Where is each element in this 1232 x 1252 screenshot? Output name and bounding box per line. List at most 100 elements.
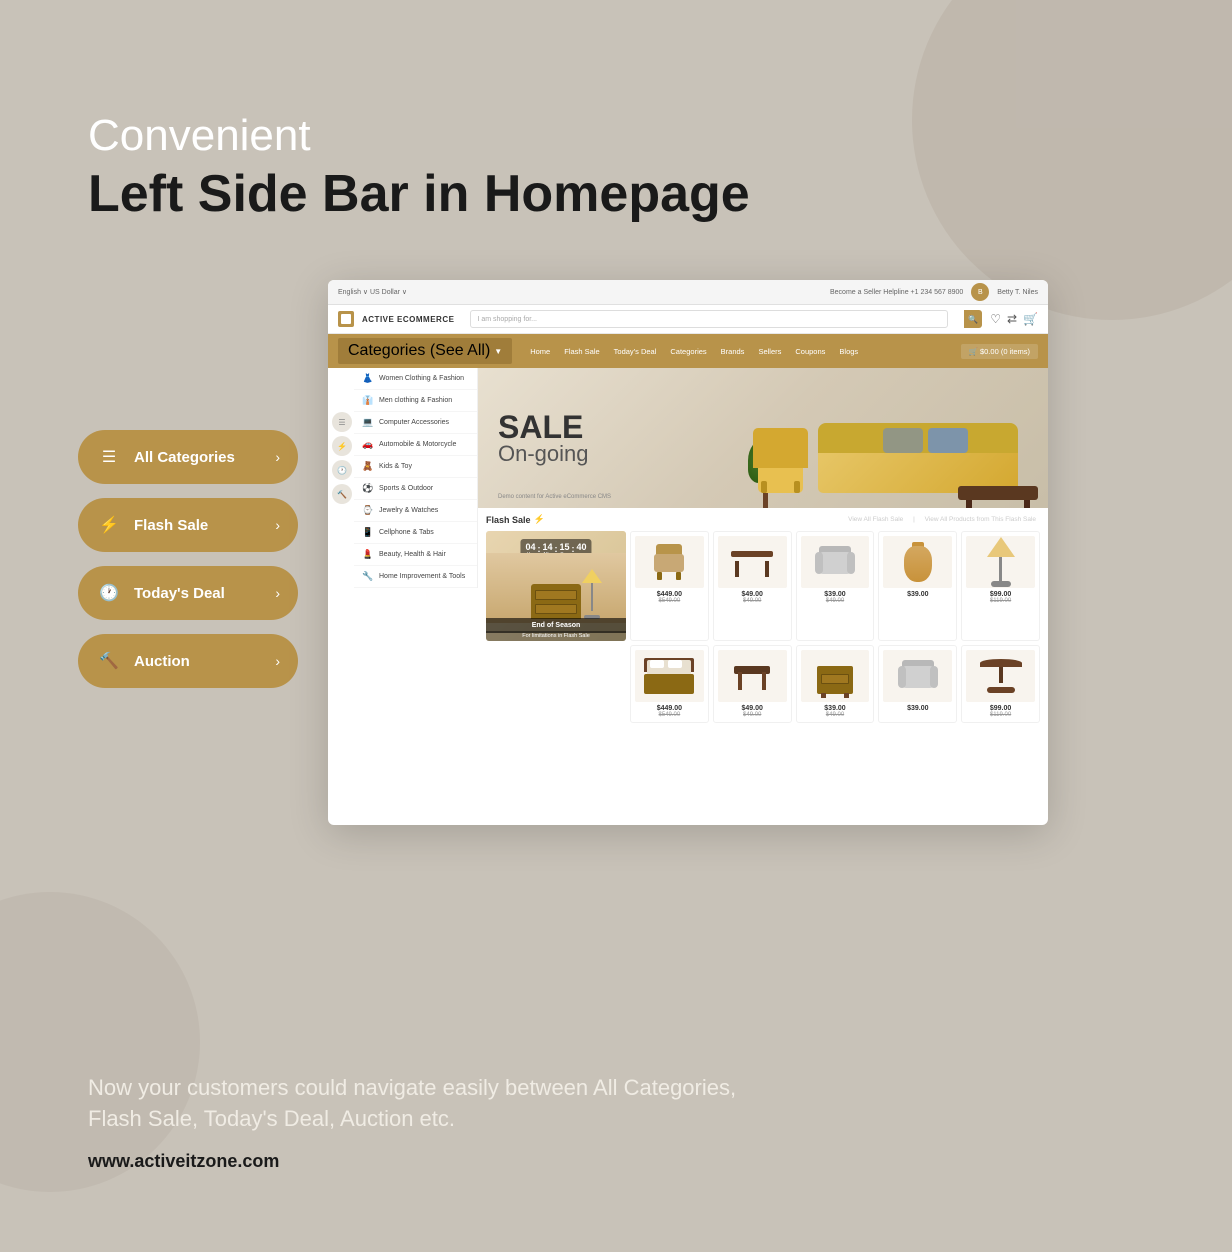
- view-all-products[interactable]: View All Products from This Flash Sale: [925, 516, 1036, 523]
- sidebar-circle-deal[interactable]: 🕐: [332, 460, 352, 480]
- product-card-2[interactable]: $49.00 $49.00: [713, 531, 792, 641]
- hero-banner: SALE On-going: [478, 368, 1048, 508]
- cat-kids[interactable]: 🧸 Kids & Toy: [354, 456, 477, 478]
- view-all-flash[interactable]: View All Flash Sale: [848, 516, 903, 523]
- sidebar-circle-auction[interactable]: 🔨: [332, 484, 352, 504]
- cat-phone[interactable]: 📱 Cellphone & Tabs: [354, 522, 477, 544]
- dresser: [531, 584, 581, 619]
- search-button[interactable]: 🔍: [964, 310, 982, 328]
- product-old-price-7: $49.00: [743, 712, 761, 718]
- sidebar-pills: ☰ All Categories › ⚡ Flash Sale › 🕐 Toda…: [78, 430, 298, 688]
- nav-links: Home Flash Sale Today's Deal Categories …: [524, 344, 864, 359]
- cart-icon[interactable]: 🛒: [1023, 312, 1038, 326]
- cat-icon-home: 🔧: [362, 571, 374, 582]
- nav-categories-button[interactable]: Categories (See All) ▼: [338, 338, 512, 364]
- nightstand-icon: [817, 658, 853, 694]
- cat-icon-men: 👔: [362, 395, 374, 406]
- pill-todays-deal[interactable]: 🕐 Today's Deal ›: [78, 566, 298, 620]
- cat-icon-computer: 💻: [362, 417, 374, 428]
- product-img-9: [883, 650, 952, 702]
- menu-icon: ☰: [96, 444, 122, 470]
- product-card-10[interactable]: $99.00 $119.00: [961, 645, 1040, 723]
- nav-sellers[interactable]: Sellers: [752, 344, 787, 359]
- flash-sale-header: Flash Sale ⚡ View All Flash Sale | View …: [486, 514, 1040, 525]
- sidebar-circle-flash[interactable]: ⚡: [332, 436, 352, 456]
- logo-icon: [338, 311, 354, 327]
- product-card-8[interactable]: $39.00 $49.00: [796, 645, 875, 723]
- pill-all-categories[interactable]: ☰ All Categories ›: [78, 430, 298, 484]
- cat-jewelry[interactable]: ⌚ Jewelry & Watches: [354, 500, 477, 522]
- cat-beauty[interactable]: 💄 Beauty, Health & Hair: [354, 544, 477, 566]
- compare-icon[interactable]: ⇄: [1007, 312, 1017, 326]
- bottom-description: Now your customers could navigate easily…: [88, 1073, 1144, 1135]
- product-price-8: $39.00: [824, 705, 845, 712]
- product-card-9[interactable]: $39.00: [878, 645, 957, 723]
- flash-sale-title: Flash Sale ⚡: [486, 514, 545, 525]
- topbar-left: English ∨ US Dollar ∨: [338, 288, 407, 296]
- nav-home[interactable]: Home: [524, 344, 556, 359]
- product-card-7[interactable]: $49.00 $49.00: [713, 645, 792, 723]
- nav-coupons[interactable]: Coupons: [789, 344, 831, 359]
- nav-blogs[interactable]: Blogs: [833, 344, 864, 359]
- cat-computer[interactable]: 💻 Computer Accessories: [354, 412, 477, 434]
- user-avatar[interactable]: B: [971, 283, 989, 301]
- browser-logobar: ACTIVE ECOMMERCE I am shopping for... 🔍 …: [328, 305, 1048, 334]
- product-price-10: $99.00: [990, 705, 1011, 712]
- product-img-1: [635, 536, 704, 588]
- flash-sale-sublabel: For limitations in Flash Sale: [486, 631, 626, 641]
- cat-label-women: Women Clothing & Fashion: [379, 375, 464, 382]
- cat-women[interactable]: 👗 Women Clothing & Fashion: [354, 368, 477, 390]
- cat-men[interactable]: 👔 Men clothing & Fashion: [354, 390, 477, 412]
- nav-flash-sale[interactable]: Flash Sale: [558, 344, 605, 359]
- cat-icon-beauty: 💄: [362, 549, 374, 560]
- user-name: Betty T. Niles: [997, 289, 1038, 296]
- sidebar-circle-menu[interactable]: ☰: [332, 412, 352, 432]
- cat-icon-kids: 🧸: [362, 461, 374, 472]
- product-old-price-5: $119.00: [990, 598, 1011, 604]
- search-placeholder: I am shopping for...: [477, 316, 537, 323]
- cart-total[interactable]: 🛒 $0.00 (0 items): [961, 344, 1038, 359]
- product-card-4[interactable]: $39.00: [878, 531, 957, 641]
- cat-auto[interactable]: 🚗 Automobile & Motorcycle: [354, 434, 477, 456]
- product-img-5: [966, 536, 1035, 588]
- search-bar[interactable]: I am shopping for...: [470, 310, 948, 328]
- language-selector[interactable]: English ∨ US Dollar ∨: [338, 288, 407, 296]
- cat-icon-auto: 🚗: [362, 439, 374, 450]
- cat-home[interactable]: 🔧 Home Improvement & Tools: [354, 566, 477, 588]
- browser-navbar: Categories (See All) ▼ Home Flash Sale T…: [328, 334, 1048, 368]
- category-menu: 👗 Women Clothing & Fashion 👔 Men clothin…: [354, 368, 478, 588]
- cat-label-auto: Automobile & Motorcycle: [379, 441, 456, 448]
- cat-label-beauty: Beauty, Health & Hair: [379, 551, 446, 558]
- wishlist-icon[interactable]: ♡: [990, 312, 1001, 326]
- logo-text[interactable]: ACTIVE ECOMMERCE: [362, 315, 454, 324]
- featured-product[interactable]: 04 Hrs : 14 Min : 15: [486, 531, 626, 641]
- nav-categories[interactable]: Categories: [664, 344, 712, 359]
- cat-icon-women: 👗: [362, 373, 374, 384]
- cat-sports[interactable]: ⚽ Sports & Outdoor: [354, 478, 477, 500]
- product-old-price-2: $49.00: [743, 598, 761, 604]
- vase-icon: [904, 542, 932, 582]
- helpline-text: Become a Seller Helpline +1 234 567 8900: [830, 289, 963, 296]
- product-card-5[interactable]: $99.00 $119.00: [961, 531, 1040, 641]
- nav-todays-deal[interactable]: Today's Deal: [608, 344, 663, 359]
- pill-auction[interactable]: 🔨 Auction ›: [78, 634, 298, 688]
- hero-ongoing-text: On-going: [498, 443, 589, 465]
- product-card-1[interactable]: $449.00 $549.00: [630, 531, 709, 641]
- pill-flash-sale[interactable]: ⚡ Flash Sale ›: [78, 498, 298, 552]
- topbar-right: Become a Seller Helpline +1 234 567 8900…: [830, 283, 1038, 301]
- flash-icon: ⚡: [96, 512, 122, 538]
- chevron-right-icon: ›: [275, 449, 280, 465]
- product-old-price-1: $549.00: [659, 598, 681, 604]
- nav-brands[interactable]: Brands: [715, 344, 751, 359]
- product-price-5: $99.00: [990, 591, 1011, 598]
- cat-label-home: Home Improvement & Tools: [379, 573, 465, 580]
- product-card-3[interactable]: $39.00 $49.00: [796, 531, 875, 641]
- product-card-6[interactable]: $449.00 $549.00: [630, 645, 709, 723]
- flash-links: View All Flash Sale | View All Products …: [844, 516, 1040, 523]
- chevron-right-icon: ›: [275, 517, 280, 533]
- cat-label-phone: Cellphone & Tabs: [379, 529, 434, 536]
- bottom-url[interactable]: www.activeitzone.com: [88, 1151, 1144, 1172]
- browser-main: ☰ ⚡ 🕐 🔨 👗 Women Clothing & Fashion 👔 Men…: [328, 368, 1048, 825]
- stool-icon: [734, 662, 770, 690]
- cat-label-sports: Sports & Outdoor: [379, 485, 433, 492]
